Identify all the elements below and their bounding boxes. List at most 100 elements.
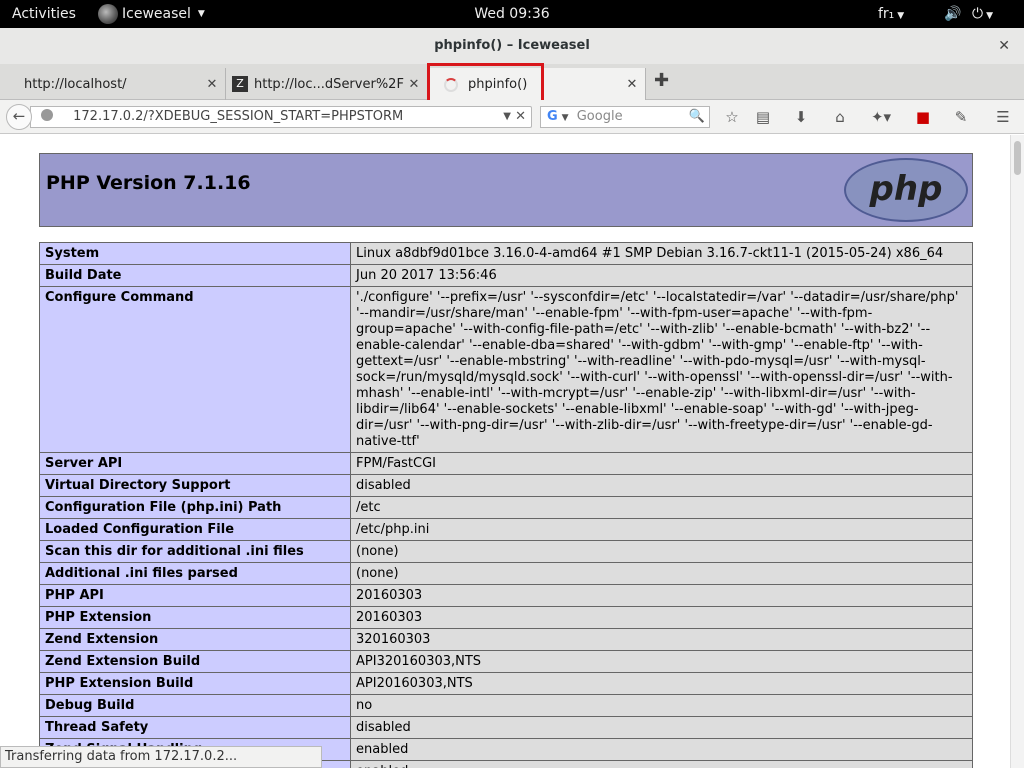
- chevron-down-icon[interactable]: ▼: [503, 107, 511, 127]
- row-key: PHP Extension: [39, 606, 351, 629]
- row-key: Zend Extension Build: [39, 650, 351, 673]
- table-row: Additional .ini files parsed (none): [39, 562, 973, 585]
- table-row: Scan this dir for additional .ini files(…: [39, 540, 973, 563]
- keyboard-layout-menu[interactable]: fr₁ ▼: [878, 0, 904, 28]
- row-value: 20160303: [350, 606, 973, 629]
- row-key: System: [39, 242, 351, 265]
- phpinfo-table: System Linux a8dbf9d01bce 3.16.0-4-amd64 …: [39, 242, 973, 768]
- row-key: PHP Extension Build: [39, 672, 351, 695]
- google-icon: G: [547, 109, 558, 124]
- chevron-down-icon: ▼: [986, 11, 993, 21]
- favicon-icon: Z: [232, 76, 248, 92]
- window-titlebar: phpinfo() – Iceweasel ✕: [0, 28, 1024, 64]
- app-menu[interactable]: Iceweasel ▼: [98, 0, 205, 28]
- table-row: Configuration File (php.ini) Path/etc: [39, 496, 973, 519]
- row-value: enabled: [350, 738, 973, 761]
- row-value: (none): [350, 562, 973, 585]
- table-row: Server API FPM/FastCGI: [39, 452, 973, 475]
- php-logo: php: [844, 158, 968, 222]
- table-row: Build Date Jun 20 2017 13:56:46: [39, 264, 973, 287]
- row-value: /etc: [350, 496, 973, 519]
- tab-label: phpinfo(): [468, 77, 528, 92]
- search-input[interactable]: G ▼ Google 🔍: [540, 106, 710, 128]
- power-menu[interactable]: ⏻ ▼: [972, 0, 993, 28]
- url-bar[interactable]: 172.17.0.2/?XDEBUG_SESSION_START=PHPSTOR…: [30, 106, 532, 128]
- home-icon[interactable]: ⌂: [829, 106, 851, 128]
- keyboard-layout-label: fr₁: [878, 6, 895, 22]
- row-value: Jun 20 2017 13:56:46: [350, 264, 973, 287]
- row-value: enabled: [350, 760, 973, 768]
- hamburger-menu-icon[interactable]: ☰: [992, 106, 1014, 128]
- tab-localhost[interactable]: http://localhost/ ✕: [0, 68, 226, 100]
- reading-list-icon[interactable]: ▤: [752, 106, 774, 128]
- tab-label: http://loc...dServer%2F: [254, 76, 404, 92]
- stop-icon[interactable]: ✕: [515, 107, 526, 127]
- page-content: PHP Version 7.1.16 php System Linux a8dbf…: [0, 135, 1010, 768]
- row-value: no: [350, 694, 973, 717]
- row-value: 320160303: [350, 628, 973, 651]
- table-row: Thread Safety disabled: [39, 716, 973, 739]
- row-value: API20160303,NTS: [350, 672, 973, 695]
- addon-red-icon[interactable]: ■: [912, 106, 934, 128]
- row-key: Configuration File (php.ini) Path: [39, 496, 351, 519]
- extension-menu-icon[interactable]: ✦▾: [864, 106, 898, 128]
- chevron-down-icon: ▼: [561, 113, 569, 123]
- table-row: Debug Build no: [39, 694, 973, 717]
- page-title: PHP Version 7.1.16: [46, 172, 251, 194]
- table-row: Loaded Configuration File/etc/php.ini: [39, 518, 973, 541]
- row-value: disabled: [350, 474, 973, 497]
- addon-icon[interactable]: ✎: [950, 106, 972, 128]
- star-icon[interactable]: ☆: [721, 106, 743, 128]
- scrollbar-thumb[interactable]: [1014, 141, 1021, 175]
- table-row: System Linux a8dbf9d01bce 3.16.0-4-amd64 …: [39, 242, 973, 265]
- row-key: Debug Build: [39, 694, 351, 717]
- tab-bar: http://localhost/ ✕ Z http://loc...dServ…: [0, 64, 1024, 101]
- row-value: (none): [350, 540, 973, 563]
- window-close-button[interactable]: ✕: [998, 28, 1010, 64]
- row-value: Linux a8dbf9d01bce 3.16.0-4-amd64 #1 SMP…: [350, 242, 973, 265]
- table-row: PHP Extension Build API20160303,NTS: [39, 672, 973, 695]
- status-bar: Transferring data from 172.17.0.2...: [0, 746, 322, 768]
- row-key: Scan this dir for additional .ini files: [39, 540, 351, 563]
- tab-dserver[interactable]: Z http://loc...dServer%2F ✕: [226, 68, 428, 100]
- iceweasel-logo-icon: [98, 4, 118, 24]
- tab-close-icon[interactable]: ✕: [625, 77, 639, 92]
- back-button[interactable]: ←: [6, 104, 32, 130]
- chevron-down-icon: ▼: [197, 9, 205, 19]
- row-key: Zend Extension: [39, 628, 351, 651]
- tab-close-icon[interactable]: ✕: [205, 77, 219, 92]
- gnome-top-bar: Activities Iceweasel ▼ Wed 09:36 fr₁ ▼ 🔊 …: [0, 0, 1024, 28]
- table-row: PHP Extension 20160303: [39, 606, 973, 629]
- table-row: Zend Extension 320160303: [39, 628, 973, 651]
- table-row: Configure Command './configure' '--prefix…: [39, 286, 973, 453]
- table-row: Zend Extension Build API320160303,NTS: [39, 650, 973, 673]
- tab-close-icon[interactable]: ✕: [407, 77, 421, 92]
- row-key: Virtual Directory Support: [39, 474, 351, 497]
- window-title: phpinfo() – Iceweasel: [434, 38, 590, 53]
- power-icon: ⏻: [972, 6, 984, 22]
- url-text: 172.17.0.2/?XDEBUG_SESSION_START=PHPSTOR…: [73, 109, 404, 124]
- row-key: Loaded Configuration File: [39, 518, 351, 541]
- row-value: './configure' '--prefix=/usr' '--sysconf…: [350, 286, 973, 453]
- row-value: disabled: [350, 716, 973, 739]
- new-tab-button[interactable]: ✚: [654, 70, 669, 91]
- clock[interactable]: Wed 09:36: [474, 6, 549, 22]
- vertical-scrollbar[interactable]: [1010, 135, 1024, 768]
- tab-phpinfo[interactable]: phpinfo() ✕: [428, 68, 646, 101]
- row-key: Build Date: [39, 264, 351, 287]
- volume-icon[interactable]: 🔊: [944, 0, 961, 28]
- search-icon[interactable]: 🔍: [689, 107, 705, 127]
- row-key: Configure Command: [39, 286, 351, 453]
- chevron-down-icon: ▼: [897, 11, 905, 21]
- search-placeholder: Google: [576, 109, 623, 124]
- row-value: API320160303,NTS: [350, 650, 973, 673]
- globe-icon: [41, 109, 53, 121]
- row-value: /etc/php.ini: [350, 518, 973, 541]
- php-version-header: PHP Version 7.1.16 php: [39, 153, 973, 227]
- activities-button[interactable]: Activities: [12, 0, 76, 28]
- row-value: 20160303: [350, 584, 973, 607]
- row-key: PHP API: [39, 584, 351, 607]
- loading-spinner-icon: [444, 77, 458, 92]
- row-key: Additional .ini files parsed: [39, 562, 351, 585]
- download-icon[interactable]: ⬇: [790, 106, 812, 128]
